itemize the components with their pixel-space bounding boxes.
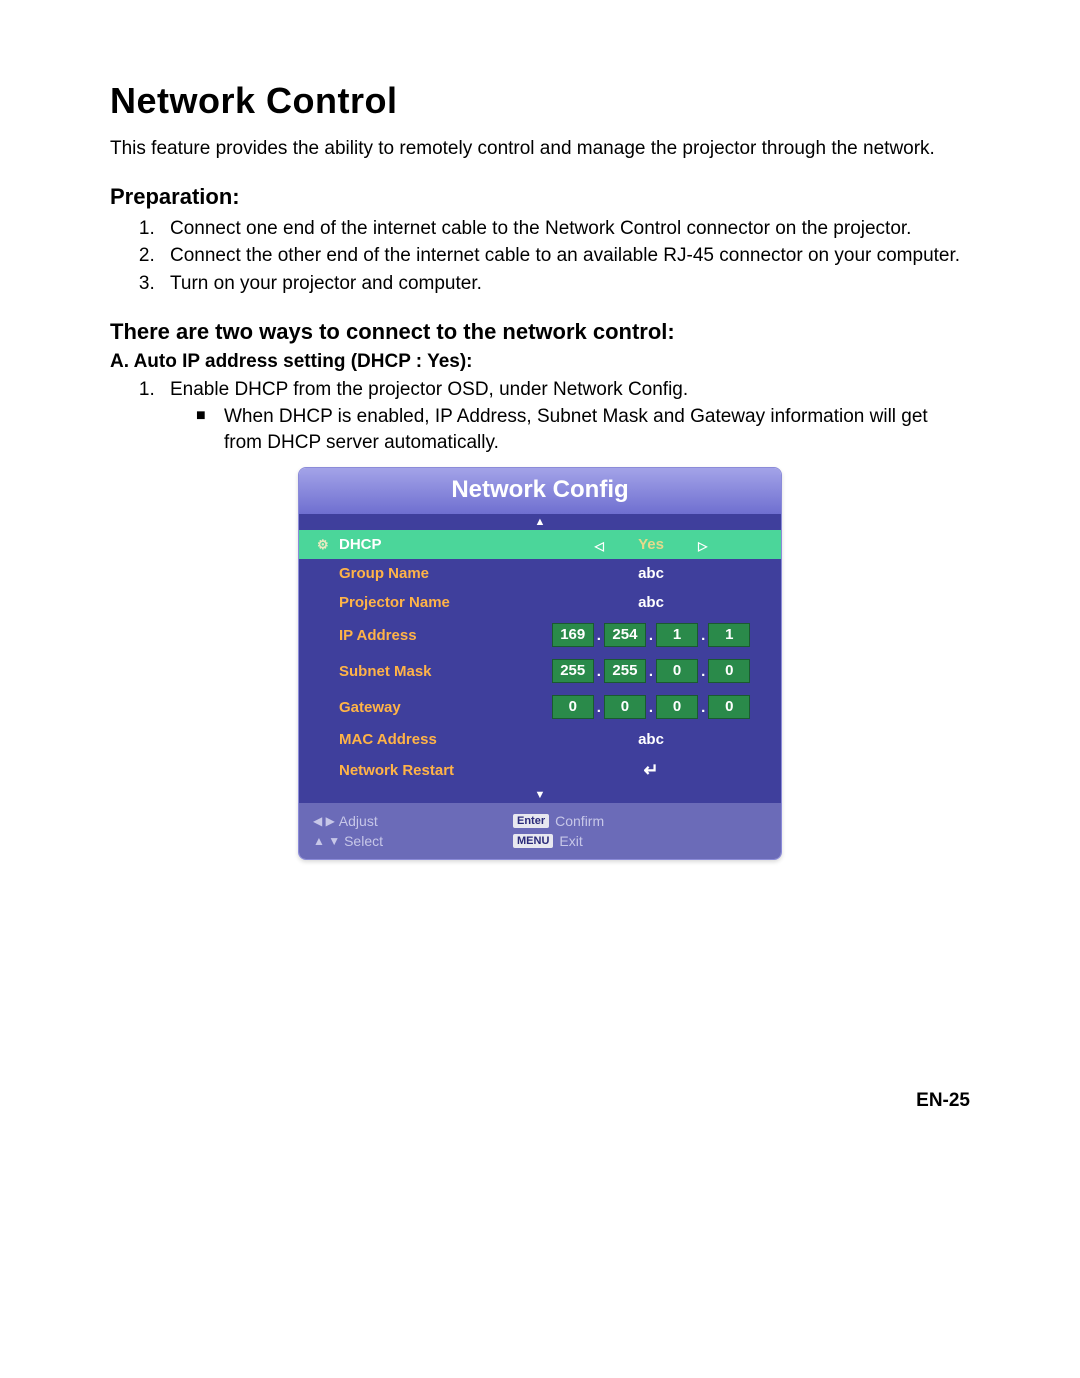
up-down-icon: ▲ ▼ <box>313 834 340 848</box>
ip-octet: 0 <box>708 659 750 683</box>
page-title: Network Control <box>110 80 970 122</box>
intro-text: This feature provides the ability to rem… <box>110 136 970 162</box>
ip-octet: 255 <box>552 659 594 683</box>
osd-restart-label: Network Restart <box>339 762 539 779</box>
ip-octet: 1 <box>656 623 698 647</box>
prep-step-2: Connect the other end of the internet ca… <box>160 243 970 269</box>
ip-octet: 255 <box>604 659 646 683</box>
prep-step-1: Connect one end of the internet cable to… <box>160 216 970 242</box>
method-a-sublist: When DHCP is enabled, IP Address, Subnet… <box>110 404 970 455</box>
chevron-right-icon[interactable]: ▷ <box>698 539 707 553</box>
ip-octet: 0 <box>604 695 646 719</box>
osd-row-projector-name[interactable]: Projector Name abc <box>299 588 781 617</box>
osd-dhcp-value: Yes <box>636 536 666 553</box>
osd-projector-name-label: Projector Name <box>339 594 539 611</box>
osd-subnet-label: Subnet Mask <box>339 663 539 680</box>
method-a-bullet-1: When DHCP is enabled, IP Address, Subnet… <box>202 404 970 455</box>
osd-row-dhcp[interactable]: ⚙ DHCP ◁ Yes ▷ <box>299 530 781 559</box>
osd-row-mac[interactable]: MAC Address abc <box>299 725 781 754</box>
left-right-icon: ◀ ▶ <box>313 814 335 828</box>
osd-mac-value: abc <box>539 731 763 748</box>
osd-mac-label: MAC Address <box>339 731 539 748</box>
method-a-step-1: Enable DHCP from the projector OSD, unde… <box>160 377 970 403</box>
osd-row-subnet[interactable]: Subnet Mask 255. 255. 0. 0 <box>299 653 781 689</box>
osd-row-group-name[interactable]: Group Name abc <box>299 559 781 588</box>
osd-footer: ◀ ▶ Adjust Enter Confirm ▲ ▼ Select MENU… <box>299 803 781 859</box>
osd-ip-label: IP Address <box>339 627 539 644</box>
method-a-list: Enable DHCP from the projector OSD, unde… <box>110 377 970 403</box>
menu-key-icon: MENU <box>513 834 553 848</box>
osd-dhcp-label: DHCP <box>339 536 539 553</box>
preparation-list: Connect one end of the internet cable to… <box>110 216 970 297</box>
preparation-heading: Preparation: <box>110 184 970 210</box>
foot-confirm: Confirm <box>555 813 604 829</box>
osd-gateway-value: 0. 0. 0. 0 <box>539 695 763 719</box>
enter-icon: ↵ <box>643 760 658 780</box>
prep-step-3: Turn on your projector and computer. <box>160 271 970 297</box>
method-a-heading: A. Auto IP address setting (DHCP : Yes): <box>110 351 970 373</box>
osd-row-restart[interactable]: Network Restart ↵ <box>299 754 781 787</box>
ways-heading: There are two ways to connect to the net… <box>110 319 970 345</box>
osd-row-gateway[interactable]: Gateway 0. 0. 0. 0 <box>299 689 781 725</box>
ip-octet: 169 <box>552 623 594 647</box>
osd-scroll-down: ▼ <box>299 787 781 803</box>
gear-icon: ⚙ <box>317 537 339 553</box>
ip-octet: 0 <box>708 695 750 719</box>
osd-gateway-label: Gateway <box>339 699 539 716</box>
ip-octet: 0 <box>656 659 698 683</box>
osd-panel: Network Config ▲ ⚙ DHCP ◁ Yes ▷ Group Na… <box>298 467 782 860</box>
ip-octet: 254 <box>604 623 646 647</box>
page-number: EN-25 <box>110 1090 970 1112</box>
foot-adjust: Adjust <box>339 813 378 829</box>
foot-exit: Exit <box>559 833 582 849</box>
osd-scroll-up: ▲ <box>299 514 781 530</box>
osd-ip-value: 169. 254. 1. 1 <box>539 623 763 647</box>
foot-select: Select <box>344 833 383 849</box>
ip-octet: 0 <box>552 695 594 719</box>
osd-title: Network Config <box>299 468 781 514</box>
osd-projector-name-value: abc <box>539 594 763 611</box>
enter-key-icon: Enter <box>513 814 549 828</box>
ip-octet: 1 <box>708 623 750 647</box>
osd-subnet-value: 255. 255. 0. 0 <box>539 659 763 683</box>
osd-group-name-value: abc <box>539 565 763 582</box>
chevron-left-icon[interactable]: ◁ <box>595 539 604 553</box>
osd-group-name-label: Group Name <box>339 565 539 582</box>
ip-octet: 0 <box>656 695 698 719</box>
osd-row-ip[interactable]: IP Address 169. 254. 1. 1 <box>299 617 781 653</box>
